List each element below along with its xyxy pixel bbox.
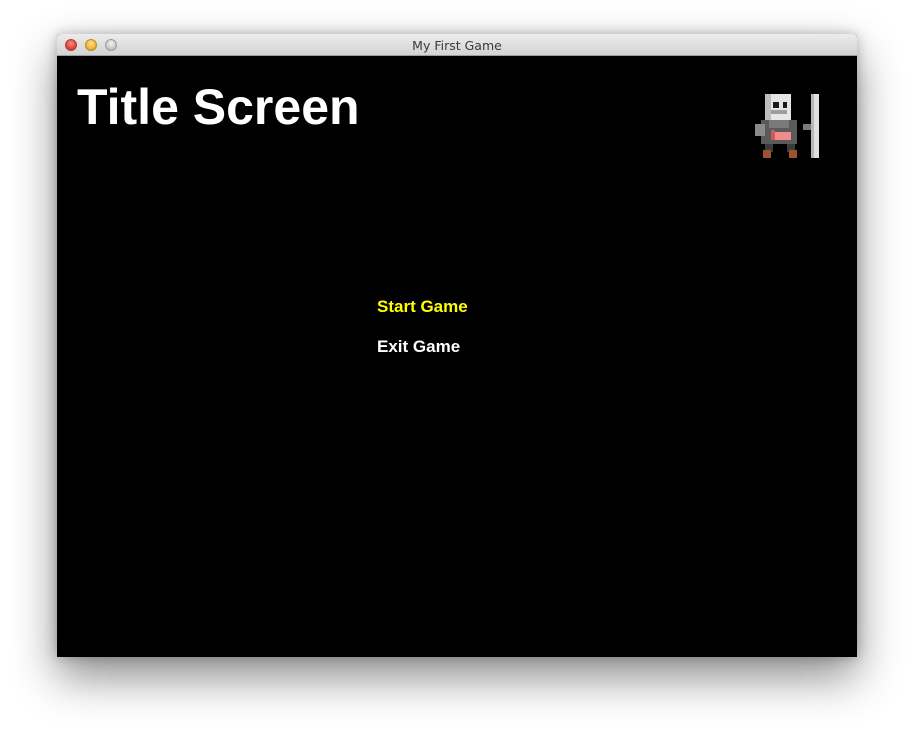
menu-item-exit-game[interactable]: Exit Game (377, 337, 460, 357)
menu-item-start-game[interactable]: Start Game (377, 297, 468, 317)
window-title: My First Game (412, 38, 502, 53)
game-window: My First Game Title Screen Start Game Ex… (57, 34, 857, 657)
game-canvas[interactable]: Title Screen Start Game Exit Game (57, 57, 857, 657)
screen-title: Title Screen (77, 79, 360, 135)
knight-character-icon (755, 94, 819, 158)
window-titlebar[interactable]: My First Game (57, 34, 857, 56)
